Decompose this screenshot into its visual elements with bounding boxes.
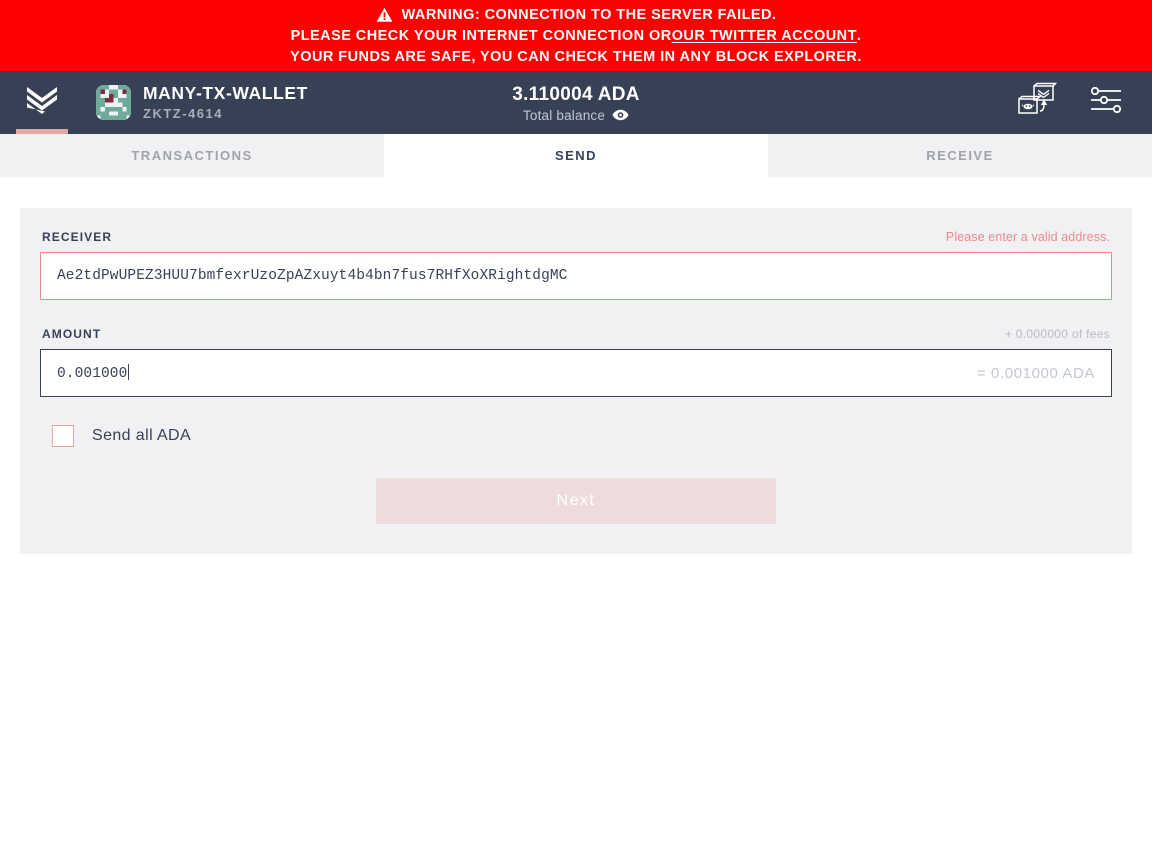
- submit-row: Next: [40, 478, 1112, 524]
- receiver-input[interactable]: Ae2tdPwUPEZ3HUU7bmfexrUzoZpAZxuyt4b4bn7f…: [40, 252, 1112, 300]
- warning-line-3: YOUR FUNDS ARE SAFE, YOU CAN CHECK THEM …: [290, 49, 862, 65]
- send-form-card: RECEIVER Please enter a valid address. A…: [20, 208, 1132, 554]
- wallet-name: MANY-TX-WALLET: [143, 82, 308, 103]
- send-all-ada-checkbox-row[interactable]: Send all ADA: [40, 425, 1112, 447]
- receiver-input-value: Ae2tdPwUPEZ3HUU7bmfexrUzoZpAZxuyt4b4bn7f…: [57, 268, 568, 284]
- receiver-label: RECEIVER: [42, 230, 113, 244]
- warning-line-1: WARNING: CONNECTION TO THE SERVER FAILED…: [376, 5, 777, 26]
- receiver-field-header: RECEIVER Please enter a valid address.: [40, 230, 1112, 252]
- wallet-tab-bar: TRANSACTIONS SEND RECEIVE: [0, 134, 1152, 177]
- amount-input[interactable]: 0.001000 = 0.001000 ADA: [40, 349, 1112, 397]
- tab-send[interactable]: SEND: [384, 134, 768, 177]
- warning-line-2-prefix: PLEASE CHECK YOUR INTERNET CONNECTION OR: [290, 28, 672, 44]
- warning-triangle-icon: [376, 7, 393, 23]
- amount-input-value: 0.001000: [57, 366, 128, 382]
- receiver-error-message: Please enter a valid address.: [945, 230, 1110, 244]
- warning-line-2: PLEASE CHECK YOUR INTERNET CONNECTION OR…: [291, 26, 862, 47]
- active-wallet-indicator: [16, 129, 68, 134]
- warning-title-text: WARNING: CONNECTION TO THE SERVER FAILED…: [401, 7, 777, 23]
- app-header: MANY-TX-WALLET ZKTZ-4614 3.110004 ADA To…: [0, 71, 1152, 134]
- eye-icon[interactable]: [612, 109, 629, 121]
- connection-warning-banner: WARNING: CONNECTION TO THE SERVER FAILED…: [0, 0, 1152, 71]
- next-button[interactable]: Next: [376, 478, 776, 524]
- send-all-ada-checkbox[interactable]: [52, 425, 74, 447]
- twitter-account-link[interactable]: OUR TWITTER ACCOUNT: [672, 26, 857, 47]
- amount-equivalent: = 0.001000 ADA: [976, 364, 1095, 382]
- amount-section: AMOUNT + 0.000000 of fees 0.001000 = 0.0…: [40, 327, 1112, 397]
- fees-hint: + 0.000000 of fees: [1004, 327, 1110, 341]
- total-balance-label-row: Total balance: [0, 108, 1152, 123]
- warning-line-2-suffix: .: [856, 28, 862, 44]
- daedalus-logo-button[interactable]: [16, 71, 68, 134]
- amount-field-header: AMOUNT + 0.000000 of fees: [40, 327, 1112, 349]
- page-body: RECEIVER Please enter a valid address. A…: [0, 177, 1152, 847]
- receiver-section: RECEIVER Please enter a valid address. A…: [40, 230, 1112, 300]
- tab-transactions[interactable]: TRANSACTIONS: [0, 134, 384, 177]
- total-balance-label: Total balance: [522, 107, 606, 123]
- tab-receive[interactable]: RECEIVE: [768, 134, 1152, 177]
- amount-label: AMOUNT: [42, 327, 102, 341]
- send-all-ada-label: Send all ADA: [92, 427, 192, 444]
